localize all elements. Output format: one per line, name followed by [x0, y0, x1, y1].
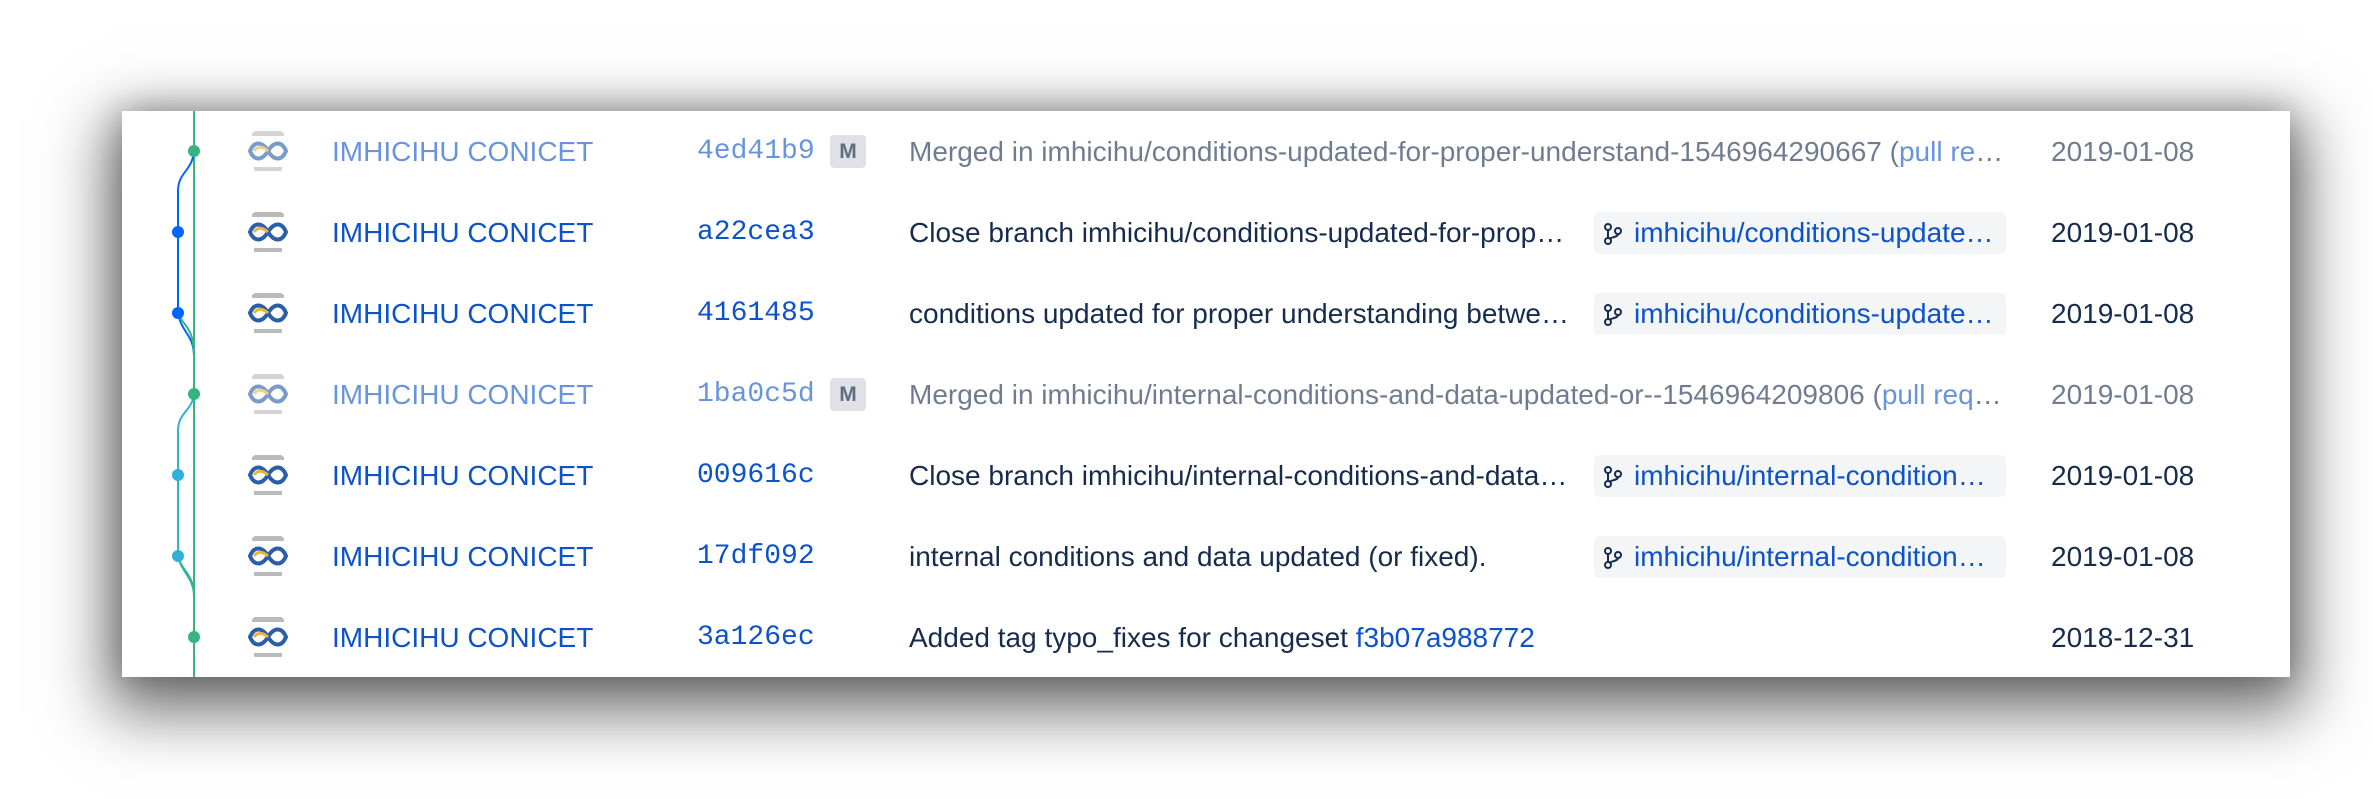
commit-row[interactable]: IMHICIHU CONICET 4ed41b9 M Merged in imh…	[122, 111, 2290, 192]
commit-message: internal conditions and data updated (or…	[909, 516, 1574, 597]
commit-row[interactable]: IMHICIHU CONICET 009616c Close branch im…	[122, 435, 2290, 516]
branch-chip[interactable]: imhicihu/internal-conditions-and-data-up…	[1594, 536, 2006, 578]
commit-message: Close branch imhicihu/internal-condition…	[909, 435, 1574, 516]
imhicihu-logo-icon	[244, 289, 292, 337]
commit-message-text: Close branch imhicihu/conditions-updated…	[909, 217, 1574, 248]
imhicihu-logo-icon	[244, 532, 292, 580]
author-avatar[interactable]	[244, 613, 292, 661]
commit-message-text: Merged in imhicihu/internal-conditions-a…	[909, 379, 1882, 410]
branch-chip[interactable]: imhicihu/internal-conditions-and-data-up…	[1594, 455, 2006, 497]
commit-message-link[interactable]: f3b07a988772	[1356, 622, 1535, 653]
commit-hash-link[interactable]: 17df092	[697, 516, 815, 597]
branch-icon	[1604, 547, 1622, 569]
commit-message-text: Close branch imhicihu/internal-condition…	[909, 460, 1574, 491]
commit-message: conditions updated for proper understand…	[909, 273, 1574, 354]
author-avatar[interactable]	[244, 127, 292, 175]
commit-message-text: Added tag typo_fixes for changeset	[909, 622, 1356, 653]
commit-date: 2019-01-08	[2051, 379, 2195, 410]
commits-panel: IMHICIHU CONICET 4ed41b9 M Merged in imh…	[122, 111, 2290, 677]
commit-row[interactable]: IMHICIHU CONICET 3a126ec Added tag typo_…	[122, 597, 2290, 677]
author-avatar[interactable]	[244, 532, 292, 580]
commit-hash-link[interactable]: 3a126ec	[697, 597, 815, 677]
commit-date: 2019-01-08	[2051, 298, 2195, 329]
commit-hash-link[interactable]: 4161485	[697, 273, 815, 354]
commit-row[interactable]: IMHICIHU CONICET 1ba0c5d M Merged in imh…	[122, 354, 2290, 435]
commit-date: 2019-01-08	[2051, 217, 2195, 248]
commit-row[interactable]: IMHICIHU CONICET 4161485 conditions upda…	[122, 273, 2290, 354]
author-avatar[interactable]	[244, 451, 292, 499]
imhicihu-logo-icon	[244, 127, 292, 175]
branch-icon	[1604, 304, 1622, 326]
author-avatar[interactable]	[244, 208, 292, 256]
branch-name-link[interactable]: imhicihu/conditions-updated-for-proper-u…	[1634, 212, 1996, 254]
branch-name-link[interactable]: imhicihu/internal-conditions-and-data-up…	[1634, 455, 1996, 497]
commit-author[interactable]: IMHICIHU CONICET	[332, 111, 593, 192]
merge-badge: M	[830, 378, 866, 411]
imhicihu-logo-icon	[244, 451, 292, 499]
commit-message: Merged in imhicihu/internal-conditions-a…	[909, 354, 2009, 435]
commit-message: Close branch imhicihu/conditions-updated…	[909, 192, 1574, 273]
commit-message: Added tag typo_fixes for changeset f3b07…	[909, 597, 2009, 677]
author-avatar[interactable]	[244, 289, 292, 337]
branch-name-link[interactable]: imhicihu/internal-conditions-and-data-up…	[1634, 536, 1996, 578]
commit-row[interactable]: IMHICIHU CONICET 17df092 internal condit…	[122, 516, 2290, 597]
commit-message-text: conditions updated for proper understand…	[909, 298, 1574, 329]
merge-badge: M	[830, 135, 866, 168]
commit-date: 2018-12-31	[2051, 622, 2195, 653]
commit-hash-link[interactable]: 1ba0c5d	[697, 354, 815, 435]
commit-date: 2019-01-08	[2051, 541, 2195, 572]
commit-row[interactable]: IMHICIHU CONICET a22cea3 Close branch im…	[122, 192, 2290, 273]
commit-author[interactable]: IMHICIHU CONICET	[332, 597, 593, 677]
commit-author[interactable]: IMHICIHU CONICET	[332, 435, 593, 516]
imhicihu-logo-icon	[244, 208, 292, 256]
commit-date: 2019-01-08	[2051, 460, 2195, 491]
commit-author[interactable]: IMHICIHU CONICET	[332, 192, 593, 273]
branch-chip[interactable]: imhicihu/conditions-updated-for-proper-u…	[1594, 212, 2006, 254]
commit-author[interactable]: IMHICIHU CONICET	[332, 273, 593, 354]
commit-message-text: Merged in imhicihu/conditions-updated-fo…	[909, 136, 1899, 167]
commit-message: Merged in imhicihu/conditions-updated-fo…	[909, 111, 2009, 192]
commit-message-text: internal conditions and data updated (or…	[909, 541, 1487, 572]
commit-hash-link[interactable]: a22cea3	[697, 192, 815, 273]
commit-hash-link[interactable]: 009616c	[697, 435, 815, 516]
imhicihu-logo-icon	[244, 370, 292, 418]
commit-hash-link[interactable]: 4ed41b9	[697, 111, 815, 192]
branch-icon	[1604, 466, 1622, 488]
imhicihu-logo-icon	[244, 613, 292, 661]
commit-message-link[interactable]: pull request #6	[1882, 379, 2009, 410]
commit-message-link[interactable]: pull request #7	[1899, 136, 2009, 167]
commit-author[interactable]: IMHICIHU CONICET	[332, 354, 593, 435]
commit-date: 2019-01-08	[2051, 136, 2195, 167]
branch-name-link[interactable]: imhicihu/conditions-updated-for-proper-u…	[1634, 293, 1996, 335]
commit-author[interactable]: IMHICIHU CONICET	[332, 516, 593, 597]
author-avatar[interactable]	[244, 370, 292, 418]
branch-chip[interactable]: imhicihu/conditions-updated-for-proper-u…	[1594, 293, 2006, 335]
branch-icon	[1604, 223, 1622, 245]
